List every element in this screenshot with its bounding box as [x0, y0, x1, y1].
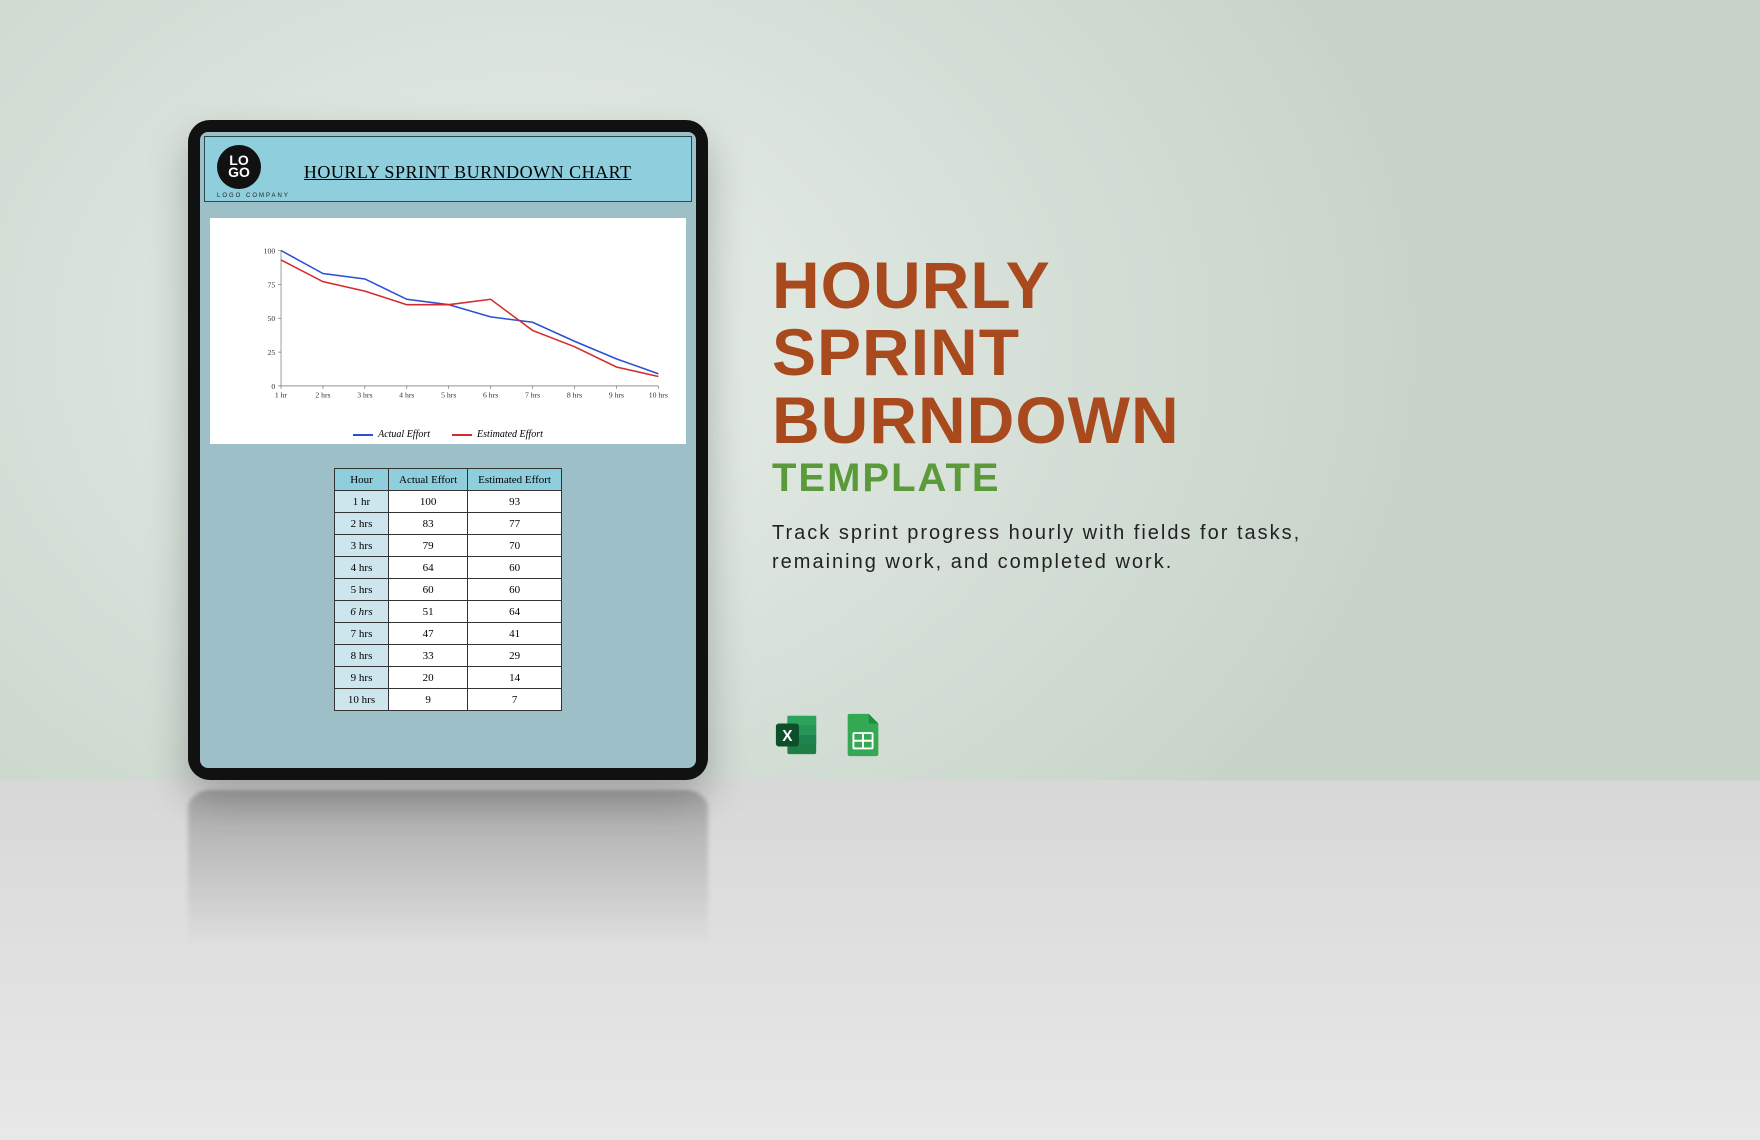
legend-label-actual: Actual Effort — [378, 429, 430, 440]
logo-badge: LO GO — [217, 145, 261, 189]
document-header: LO GO LOGO COMPANY HOURLY SPRINT BURNDOW… — [204, 136, 692, 202]
legend-item-actual: Actual Effort — [353, 429, 430, 440]
svg-text:7 hrs: 7 hrs — [525, 391, 540, 400]
cell-estimated: 77 — [468, 513, 562, 535]
cell-estimated: 7 — [468, 689, 562, 711]
cell-actual: 20 — [389, 667, 468, 689]
legend-label-estimated: Estimated Effort — [477, 429, 543, 440]
svg-text:8 hrs: 8 hrs — [567, 391, 582, 400]
table-row: 7 hrs4741 — [335, 623, 562, 645]
cell-estimated: 14 — [468, 667, 562, 689]
app-icons-row: X — [774, 712, 886, 758]
chart-svg: 0 25 50 75 100 1 hr 2 hrs 3 hrs 4 hrs 5 hrs 6 hrs 7… — [252, 236, 668, 414]
burndown-data-table: Hour Actual Effort Estimated Effort 1 hr… — [334, 468, 562, 711]
cell-hour: 10 hrs — [335, 689, 389, 711]
table-row: 4 hrs6460 — [335, 557, 562, 579]
legend-swatch-estimated — [452, 434, 472, 436]
tablet-reflection — [188, 790, 708, 1011]
col-header-actual: Actual Effort — [389, 469, 468, 491]
svg-text:1 hr: 1 hr — [275, 391, 288, 400]
logo-line-2: GO — [228, 167, 250, 179]
cell-estimated: 64 — [468, 601, 562, 623]
col-header-estimated: Estimated Effort — [468, 469, 562, 491]
table-row: 6 hrs5164 — [335, 601, 562, 623]
table-row: 5 hrs6060 — [335, 579, 562, 601]
cell-estimated: 41 — [468, 623, 562, 645]
cell-hour: 3 hrs — [335, 535, 389, 557]
svg-text:5 hrs: 5 hrs — [441, 391, 456, 400]
table-row: 2 hrs8377 — [335, 513, 562, 535]
svg-text:3 hrs: 3 hrs — [357, 391, 372, 400]
table-row: 10 hrs97 — [335, 689, 562, 711]
logo-subtext: LOGO COMPANY — [217, 193, 290, 199]
legend-item-estimated: Estimated Effort — [452, 429, 543, 440]
cell-actual: 51 — [389, 601, 468, 623]
svg-text:9 hrs: 9 hrs — [609, 391, 624, 400]
cell-estimated: 70 — [468, 535, 562, 557]
cell-hour: 9 hrs — [335, 667, 389, 689]
cell-estimated: 93 — [468, 491, 562, 513]
svg-text:50: 50 — [267, 314, 275, 323]
cell-actual: 60 — [389, 579, 468, 601]
svg-text:4 hrs: 4 hrs — [399, 391, 414, 400]
promo-headline: HOURLYSPRINTBURNDOWN — [772, 252, 1402, 454]
table-row: 9 hrs2014 — [335, 667, 562, 689]
promo-copy: HOURLYSPRINTBURNDOWN TEMPLATE Track spri… — [772, 252, 1402, 577]
col-header-hour: Hour — [335, 469, 389, 491]
cell-hour: 7 hrs — [335, 623, 389, 645]
cell-actual: 100 — [389, 491, 468, 513]
logo-block: LO GO LOGO COMPANY — [217, 145, 290, 199]
cell-actual: 47 — [389, 623, 468, 645]
document-screen: LO GO LOGO COMPANY HOURLY SPRINT BURNDOW… — [200, 132, 696, 768]
cell-estimated: 29 — [468, 645, 562, 667]
cell-hour: 5 hrs — [335, 579, 389, 601]
document-title: HOURLY SPRINT BURNDOWN CHART — [304, 162, 632, 183]
table-row: 8 hrs3329 — [335, 645, 562, 667]
svg-text:6 hrs: 6 hrs — [483, 391, 498, 400]
table-row: 1 hr10093 — [335, 491, 562, 513]
cell-actual: 33 — [389, 645, 468, 667]
cell-estimated: 60 — [468, 557, 562, 579]
google-sheets-icon — [840, 712, 886, 758]
svg-text:2 hrs: 2 hrs — [315, 391, 330, 400]
table-row: 3 hrs7970 — [335, 535, 562, 557]
svg-text:25: 25 — [267, 348, 275, 357]
cell-hour: 2 hrs — [335, 513, 389, 535]
promo-body: Track sprint progress hourly with fields… — [772, 519, 1332, 577]
legend-swatch-actual — [353, 434, 373, 436]
table-header-row: Hour Actual Effort Estimated Effort — [335, 469, 562, 491]
cell-hour: 1 hr — [335, 491, 389, 513]
cell-estimated: 60 — [468, 579, 562, 601]
cell-hour: 4 hrs — [335, 557, 389, 579]
tablet-device: LO GO LOGO COMPANY HOURLY SPRINT BURNDOW… — [188, 120, 708, 780]
svg-text:0: 0 — [271, 382, 275, 391]
cell-actual: 79 — [389, 535, 468, 557]
svg-text:X: X — [782, 728, 793, 745]
burndown-chart: 0 25 50 75 100 1 hr 2 hrs 3 hrs 4 hrs 5 hrs 6 hrs 7… — [210, 218, 686, 444]
chart-legend: Actual Effort Estimated Effort — [210, 429, 686, 440]
svg-text:10 hrs: 10 hrs — [649, 391, 668, 400]
promo-subhead: TEMPLATE — [772, 456, 1402, 501]
cell-actual: 83 — [389, 513, 468, 535]
svg-text:75: 75 — [267, 280, 275, 289]
cell-actual: 64 — [389, 557, 468, 579]
cell-hour: 6 hrs — [335, 601, 389, 623]
cell-actual: 9 — [389, 689, 468, 711]
cell-hour: 8 hrs — [335, 645, 389, 667]
svg-text:100: 100 — [264, 246, 276, 255]
excel-icon: X — [774, 712, 820, 758]
